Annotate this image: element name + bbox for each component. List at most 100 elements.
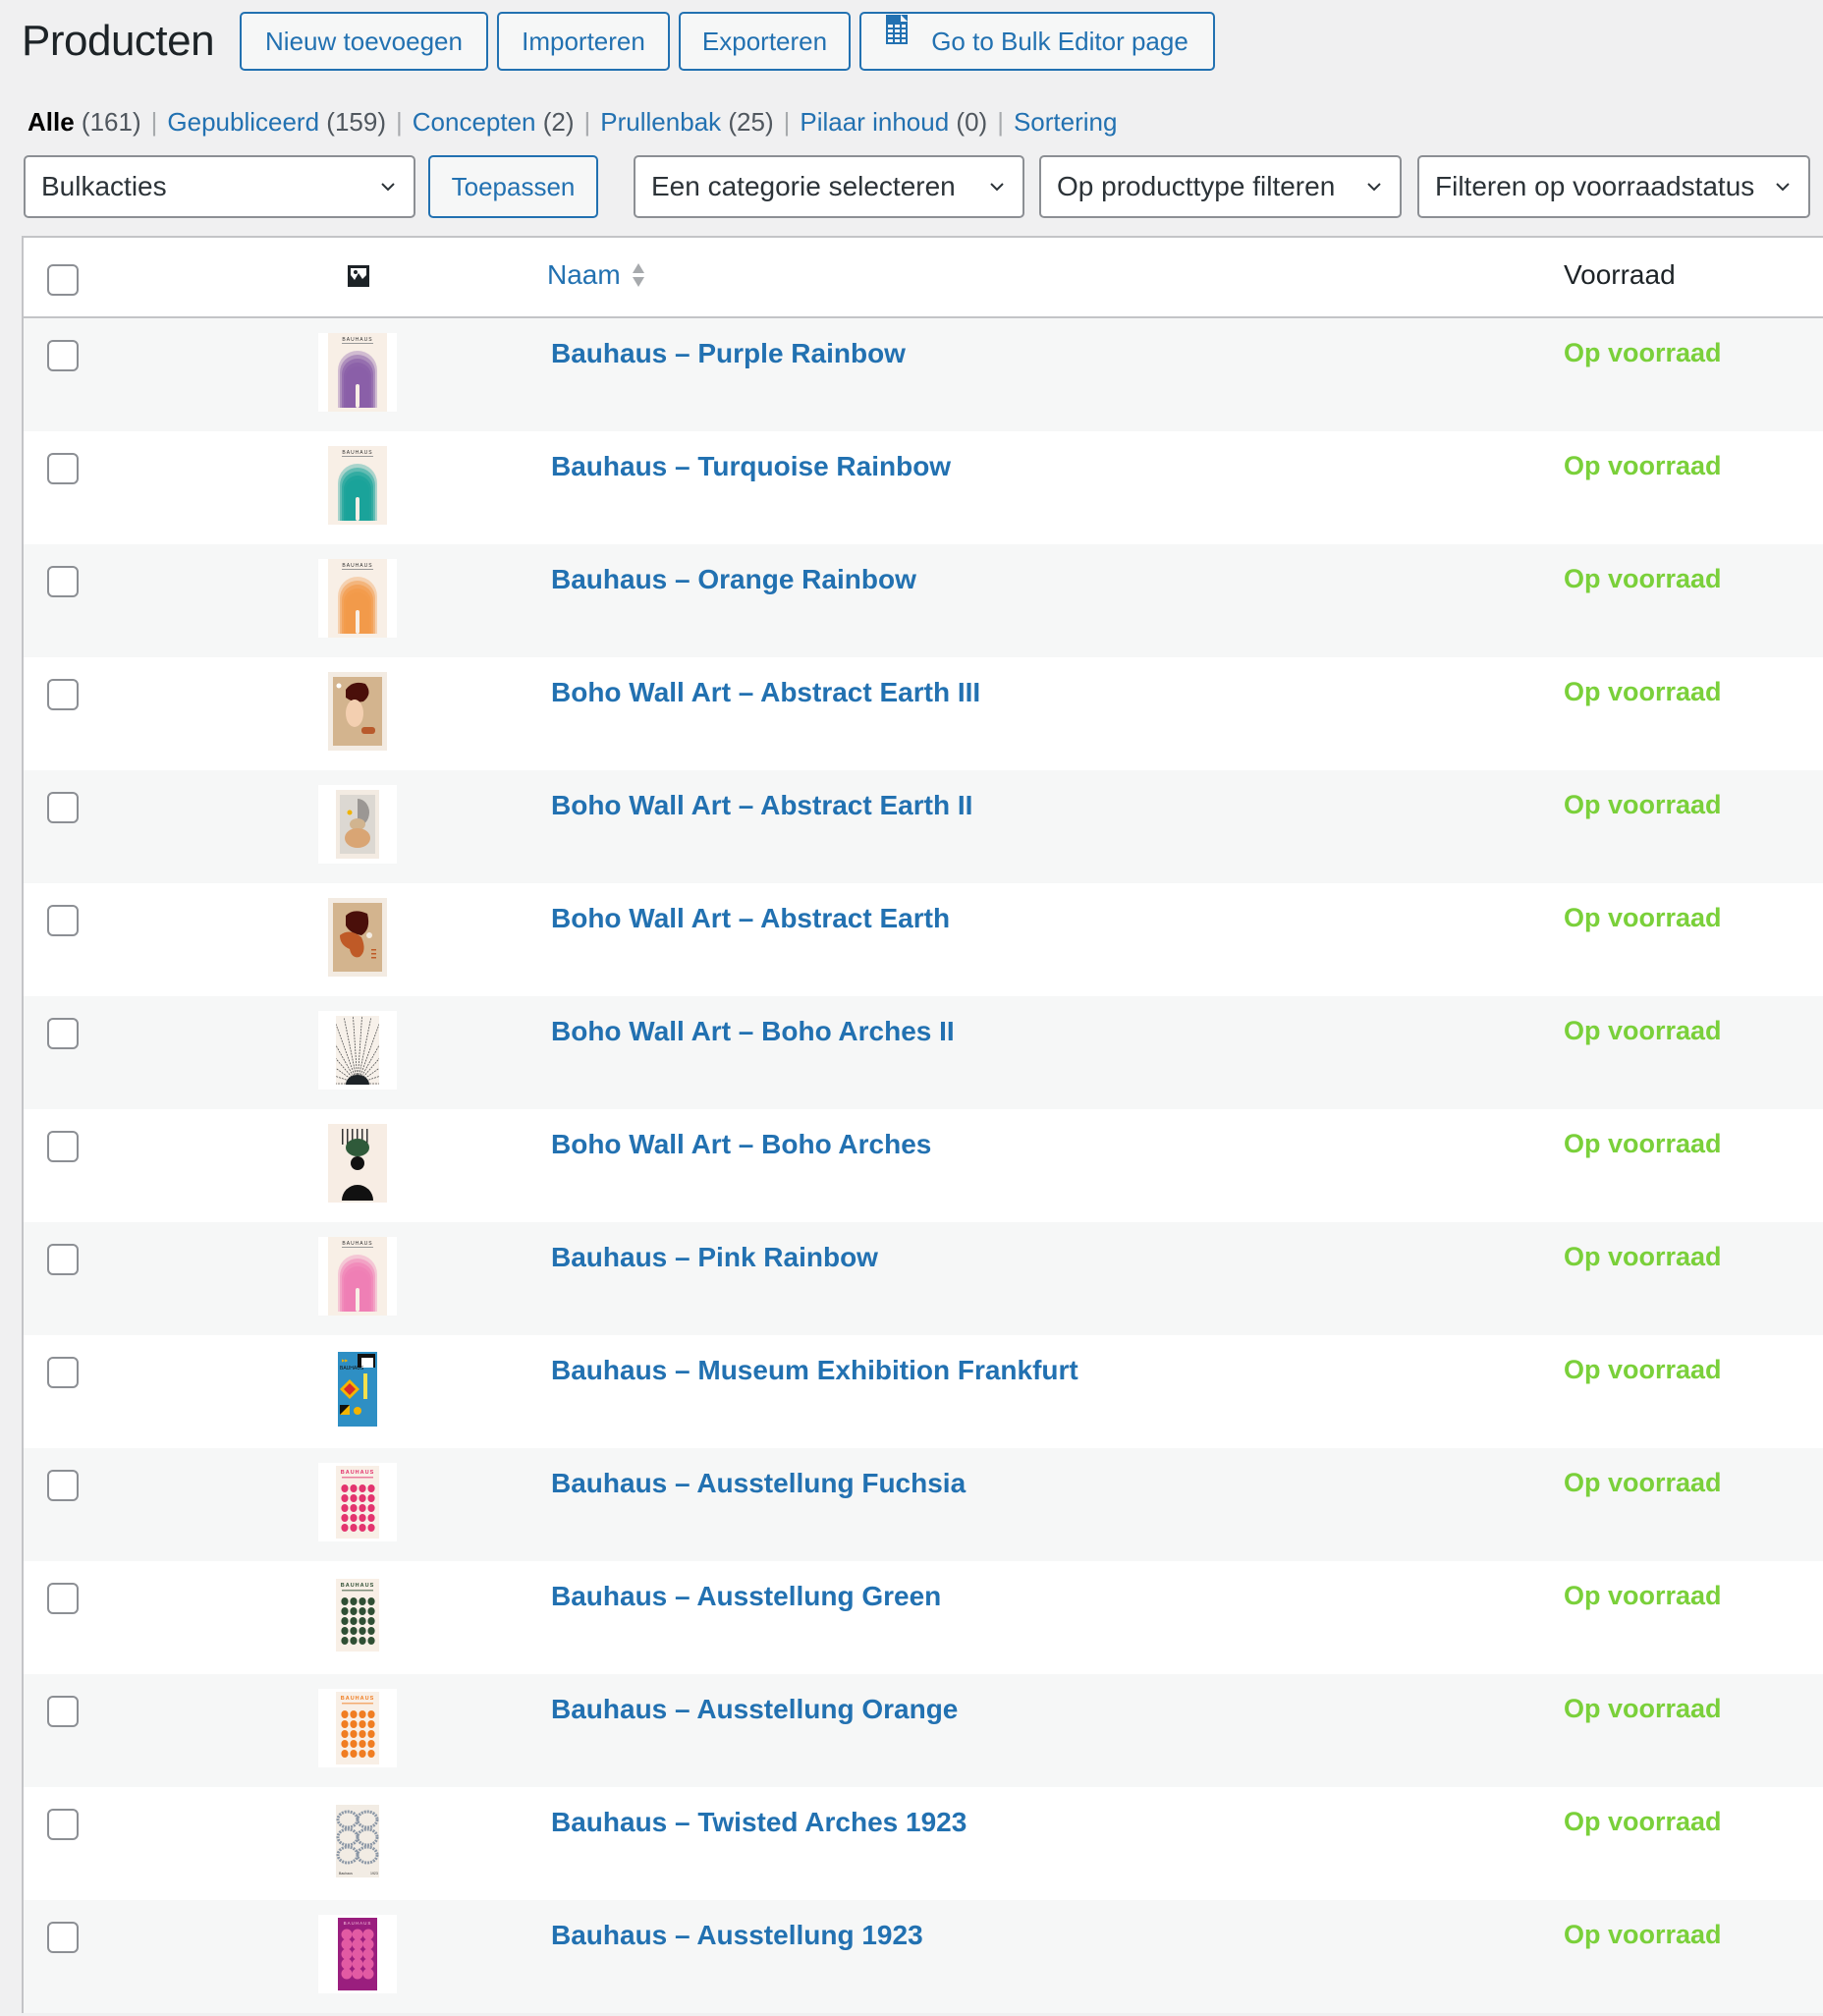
- category-filter-select[interactable]: Een categorie selecteren: [634, 155, 1024, 218]
- product-name-link[interactable]: Bauhaus – Pink Rainbow: [551, 1242, 878, 1273]
- table-row: BAUHAUS Bauhaus – Pink Rainbow Op voorra…: [24, 1222, 1823, 1335]
- product-thumbnail[interactable]: BAUHAUS: [318, 1576, 397, 1654]
- import-button[interactable]: Importeren: [497, 12, 670, 71]
- row-checkbox[interactable]: [47, 566, 79, 597]
- view-sortering[interactable]: Sortering: [1014, 107, 1118, 137]
- row-checkbox[interactable]: [47, 1357, 79, 1388]
- view-gepubliceerd[interactable]: Gepubliceerd (159): [167, 107, 386, 137]
- table-row: BAUHAUS Bauhaus – Ausstellung 1923 Op vo…: [24, 1900, 1823, 2013]
- chevron-down-icon: [1776, 183, 1790, 192]
- view-alle[interactable]: Alle (161): [28, 107, 141, 137]
- svg-text:▶▶: ▶▶: [342, 1358, 349, 1363]
- product-type-filter-select[interactable]: Op producttype filteren: [1039, 155, 1402, 218]
- product-thumbnail[interactable]: [318, 672, 397, 751]
- row-checkbox[interactable]: [47, 679, 79, 710]
- product-name-link[interactable]: Bauhaus – Ausstellung 1923: [551, 1920, 923, 1951]
- product-name-link[interactable]: Bauhaus – Twisted Arches 1923: [551, 1807, 967, 1838]
- table-row: BAUHAUS Bauhaus – Turquoise Rainbow Op v…: [24, 431, 1823, 544]
- table-body: BAUHAUS Bauhaus – Purple Rainbow Op voor…: [24, 318, 1823, 2013]
- view-label[interactable]: Prullenbak: [600, 107, 721, 137]
- bulk-actions-select[interactable]: Bulkacties: [24, 155, 415, 218]
- stock-status: Op voorraad: [1564, 1581, 1722, 1610]
- table-row: BAUHAUS Bauhaus – Ausstellung Green Op v…: [24, 1561, 1823, 1674]
- products-table: Naam Voorraad BAUHAUS Bauhaus – Purple R…: [22, 236, 1823, 2013]
- row-checkbox[interactable]: [47, 1809, 79, 1840]
- product-name-link[interactable]: Bauhaus – Purple Rainbow: [551, 338, 906, 369]
- product-name-link[interactable]: Bauhaus – Orange Rainbow: [551, 564, 916, 595]
- svg-text:BAUHAUS: BAUHAUS: [341, 1470, 375, 1476]
- svg-text:Bauhaus: Bauhaus: [339, 1872, 353, 1876]
- view-separator: |: [583, 107, 591, 137]
- bulk-editor-button[interactable]: Go to Bulk Editor page: [859, 12, 1215, 71]
- product-name-link[interactable]: Bauhaus – Ausstellung Orange: [551, 1694, 958, 1725]
- view-separator: |: [395, 107, 403, 137]
- view-label[interactable]: Concepten: [413, 107, 536, 137]
- view-separator: |: [997, 107, 1004, 137]
- product-thumbnail[interactable]: BAUHAUS: [318, 559, 397, 638]
- row-checkbox[interactable]: [47, 1244, 79, 1275]
- product-thumbnail[interactable]: BAUHAUS: [318, 1463, 397, 1541]
- view-pilaar-inhoud[interactable]: Pilaar inhoud (0): [800, 107, 987, 137]
- stock-status-filter-select[interactable]: Filteren op voorraadstatus: [1417, 155, 1810, 218]
- product-name-link[interactable]: Bauhaus – Ausstellung Fuchsia: [551, 1468, 966, 1499]
- product-name-link[interactable]: Bauhaus – Museum Exhibition Frankfurt: [551, 1355, 1078, 1386]
- product-thumbnail[interactable]: [318, 1124, 397, 1203]
- view-label[interactable]: Gepubliceerd: [167, 107, 319, 137]
- column-header-name[interactable]: Naam: [547, 259, 646, 291]
- apply-button[interactable]: Toepassen: [428, 155, 598, 218]
- view-concepten[interactable]: Concepten (2): [413, 107, 575, 137]
- stock-status-filter-value: Filteren op voorraadstatus: [1435, 171, 1755, 201]
- table-row: Boho Wall Art – Boho Arches Op voorraad: [24, 1109, 1823, 1222]
- product-thumbnail[interactable]: ▶▶ BAUHAUS: [318, 1350, 397, 1428]
- row-checkbox[interactable]: [47, 1696, 79, 1727]
- product-thumbnail[interactable]: BAUHAUS: [318, 1689, 397, 1767]
- product-thumbnail[interactable]: [318, 898, 397, 977]
- row-checkbox[interactable]: [47, 1470, 79, 1501]
- export-button[interactable]: Exporteren: [679, 12, 851, 71]
- spreadsheet-icon: [886, 14, 909, 51]
- view-prullenbak[interactable]: Prullenbak (25): [600, 107, 773, 137]
- stock-status: Op voorraad: [1564, 1920, 1722, 1949]
- view-label[interactable]: Pilaar inhoud: [800, 107, 949, 137]
- row-checkbox[interactable]: [47, 1583, 79, 1614]
- product-thumbnail[interactable]: [318, 785, 397, 864]
- row-checkbox[interactable]: [47, 1922, 79, 1953]
- product-name-link[interactable]: Boho Wall Art – Abstract Earth III: [551, 677, 980, 708]
- view-label[interactable]: Sortering: [1014, 107, 1118, 137]
- status-views: Alle (161) | Gepubliceerd (159) | Concepten …: [28, 102, 1117, 141]
- product-thumbnail[interactable]: BAUHAUS: [318, 1915, 397, 1993]
- table-header: Naam Voorraad: [24, 238, 1823, 318]
- view-count: (25): [728, 107, 774, 137]
- row-checkbox[interactable]: [47, 792, 79, 823]
- product-name-link[interactable]: Boho Wall Art – Boho Arches II: [551, 1016, 955, 1047]
- stock-status: Op voorraad: [1564, 1016, 1722, 1045]
- add-new-button[interactable]: Nieuw toevoegen: [240, 12, 488, 71]
- row-checkbox[interactable]: [47, 1131, 79, 1162]
- select-all-checkbox[interactable]: [47, 264, 79, 296]
- product-name-link[interactable]: Boho Wall Art – Abstract Earth: [551, 903, 950, 934]
- column-name-label: Naam: [547, 259, 621, 290]
- product-thumbnail[interactable]: BAUHAUS: [318, 1237, 397, 1316]
- product-thumbnail[interactable]: BAUHAUS: [318, 333, 397, 412]
- product-thumbnail[interactable]: [318, 1011, 397, 1090]
- svg-text:BAUHAUS: BAUHAUS: [342, 337, 372, 343]
- svg-text:BAUHAUS: BAUHAUS: [342, 450, 372, 456]
- svg-text:BAUHAUS: BAUHAUS: [340, 1366, 364, 1372]
- view-count: (161): [81, 107, 141, 137]
- product-name-link[interactable]: Bauhaus – Turquoise Rainbow: [551, 451, 951, 482]
- column-header-stock: Voorraad: [1564, 259, 1676, 290]
- product-thumbnail[interactable]: BAUHAUS: [318, 446, 397, 525]
- row-checkbox[interactable]: [47, 1018, 79, 1049]
- row-checkbox[interactable]: [47, 340, 79, 371]
- product-thumbnail[interactable]: Bauhaus 1923: [318, 1802, 397, 1880]
- svg-text:BAUHAUS: BAUHAUS: [342, 1241, 372, 1247]
- stock-status: Op voorraad: [1564, 677, 1722, 706]
- product-name-link[interactable]: Bauhaus – Ausstellung Green: [551, 1581, 941, 1612]
- row-checkbox[interactable]: [47, 453, 79, 484]
- product-name-link[interactable]: Boho Wall Art – Abstract Earth II: [551, 790, 972, 821]
- bulk-actions-value: Bulkacties: [41, 171, 167, 201]
- product-name-link[interactable]: Boho Wall Art – Boho Arches: [551, 1129, 931, 1160]
- svg-text:1923: 1923: [370, 1872, 378, 1876]
- stock-status: Op voorraad: [1564, 790, 1722, 819]
- row-checkbox[interactable]: [47, 905, 79, 936]
